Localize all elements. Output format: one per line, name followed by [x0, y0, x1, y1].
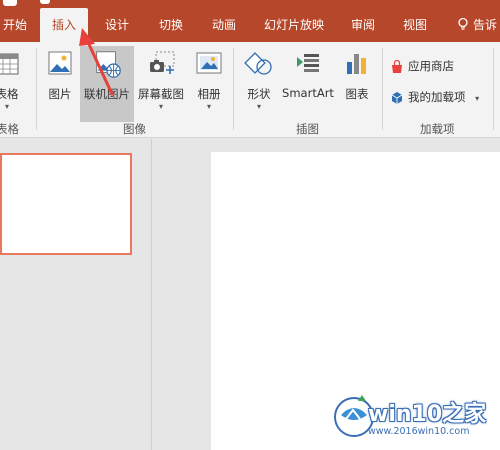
smartart-label: SmartArt	[282, 86, 334, 100]
tab-design[interactable]: 设计	[95, 8, 139, 42]
online-pictures-button[interactable]: 联机图片	[80, 46, 134, 122]
slide-thumbnail-selected[interactable]	[0, 153, 132, 255]
chevron-down-icon: ▾	[256, 102, 261, 111]
illustrations-group-label: 插图	[296, 122, 319, 136]
tab-slideshow[interactable]: 幻灯片放映	[256, 8, 332, 42]
table-label: 表格	[0, 87, 19, 101]
ribbon-insert: 表格 ▾ 表格 图片 联机图片 屏幕截图 ▾ 相册 ▾ 图像 形状 ▾ Smar…	[0, 42, 500, 138]
images-group-label: 图像	[123, 122, 146, 136]
my-addins-label: 我的加载项	[408, 90, 466, 104]
chart-button[interactable]: 图表	[338, 48, 376, 118]
tab-insert[interactable]: 插入	[40, 8, 88, 42]
table-button[interactable]: 表格 ▾	[0, 48, 24, 118]
photo-album-label: 相册	[197, 87, 221, 101]
shapes-label: 形状	[247, 87, 271, 101]
smartart-icon	[297, 54, 319, 72]
tab-animations[interactable]: 动画	[202, 8, 246, 42]
table-icon	[0, 53, 19, 75]
smartart-button[interactable]: SmartArt	[281, 48, 335, 118]
online-pictures-label: 联机图片	[84, 87, 130, 101]
group-divider	[233, 48, 234, 130]
photo-album-button[interactable]: 相册 ▾	[190, 48, 228, 118]
store-button[interactable]: 应用商店	[390, 55, 454, 77]
chevron-down-icon: ▾	[475, 94, 480, 103]
group-divider	[382, 48, 383, 130]
chevron-down-icon: ▾	[206, 102, 211, 111]
my-addins-button[interactable]: 我的加载项 ▾	[390, 86, 479, 108]
chart-icon	[347, 54, 366, 74]
shapes-icon	[244, 52, 272, 75]
table-group-label: 表格	[0, 122, 19, 136]
tab-review[interactable]: 审阅	[342, 8, 384, 42]
online-picture-icon	[96, 51, 121, 78]
chevron-down-icon: ▾	[4, 102, 9, 111]
shapes-button[interactable]: 形状 ▾	[240, 48, 278, 118]
screenshot-icon	[150, 51, 175, 74]
pictures-button[interactable]: 图片	[41, 48, 79, 118]
photo-album-icon	[196, 52, 222, 74]
group-divider	[36, 48, 37, 130]
lightbulb-icon	[458, 17, 468, 30]
watermark-url: www.2016win10.com	[368, 426, 470, 437]
chart-label: 图表	[345, 87, 369, 101]
tab-view[interactable]: 视图	[394, 8, 436, 42]
tab-transitions[interactable]: 切换	[149, 8, 193, 42]
picture-icon	[48, 51, 72, 75]
group-divider	[493, 48, 494, 130]
tell-me-search[interactable]: 告诉	[456, 8, 497, 42]
addins-icon	[391, 91, 403, 104]
tab-home[interactable]: 开始	[0, 8, 30, 42]
addins-group-label: 加载项	[420, 122, 455, 136]
tell-me-label: 告诉	[473, 18, 498, 32]
store-icon	[392, 59, 402, 73]
ribbon-tab-bar: 开始 插入 设计 切换 动画 幻灯片放映 审阅 视图 告诉	[0, 0, 500, 42]
chevron-down-icon: ▾	[158, 102, 163, 111]
screenshot-label: 屏幕截图	[138, 87, 184, 101]
store-label: 应用商店	[408, 59, 454, 73]
pictures-label: 图片	[48, 87, 72, 101]
quick-access-icon[interactable]	[3, 0, 17, 6]
screenshot-button[interactable]: 屏幕截图 ▾	[135, 48, 187, 118]
watermark-brand: win10之家	[368, 402, 487, 427]
quick-access-icon-2[interactable]	[40, 0, 50, 4]
